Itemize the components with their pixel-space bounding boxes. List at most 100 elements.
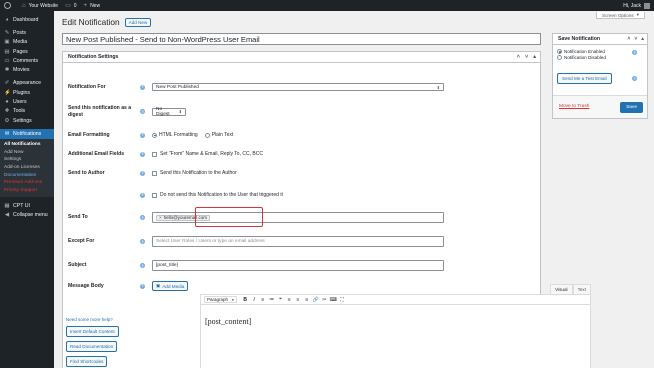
help-icon[interactable]: ? <box>140 192 145 198</box>
bell-icon: ✉ <box>4 130 10 137</box>
help-icon[interactable]: ? <box>632 76 637 81</box>
sidebar-item-comments[interactable]: ▭ Comments <box>0 56 54 65</box>
row-except-for: Except For ? Select User Roles / Users o… <box>68 236 538 247</box>
align-right-button[interactable]: ≡ <box>302 297 311 303</box>
align-left-button[interactable]: ≡ <box>285 297 294 303</box>
need-help-text: Need some more help? <box>66 317 113 322</box>
add-media-button[interactable]: ▣ Add Media <box>152 281 189 291</box>
add-new-button[interactable]: Add New <box>124 17 152 27</box>
send-to-label: Send To <box>68 214 88 221</box>
notification-for-select[interactable]: New Post Published ⬍ <box>152 83 444 91</box>
submenu-all-notifications[interactable]: All Notifications <box>0 141 54 149</box>
submenu-priority-support[interactable]: Priority Support <box>0 187 54 195</box>
sidebar-item-collapse[interactable]: ◀ Collapse menu <box>0 211 54 220</box>
wordpress-logo[interactable] <box>4 2 15 9</box>
save-button[interactable]: Save <box>620 102 643 113</box>
help-icon[interactable]: ? <box>140 239 145 244</box>
remove-icon[interactable]: × <box>159 215 162 220</box>
sidebar-item-posts[interactable]: ✎ Posts <box>0 28 54 37</box>
submenu-settings[interactable]: Settings <box>0 156 54 164</box>
additional-fields-checkbox[interactable]: Set "From" Name & Email, Reply To, CC, B… <box>152 151 263 157</box>
comment-icon: ▭ <box>65 3 71 9</box>
page-title: Edit Notification <box>62 17 120 27</box>
help-icon[interactable]: ? <box>140 132 145 138</box>
help-icon[interactable]: ? <box>632 50 637 55</box>
sidebar-item-notifications[interactable]: ✉ Notifications <box>0 129 54 139</box>
comments-link[interactable]: ▭ 0 <box>65 2 77 10</box>
submenu-premium-addons[interactable]: Premium Add-ons <box>0 179 54 187</box>
settings-header: Notification Settings ˄ ˅ ▴ <box>63 52 540 63</box>
chevron-down-icon[interactable]: ˅ <box>525 54 528 60</box>
help-icon[interactable]: ? <box>140 109 145 114</box>
post-title-input[interactable]: New Post Published - Send to Non-WordPre… <box>62 33 541 45</box>
save-box-heading: Save Notification <box>558 36 601 42</box>
sidebar-item-plugins[interactable]: ⚡ Plugins <box>0 88 54 97</box>
sidebar-item-label: Notifications <box>13 130 42 137</box>
toolbar-toggle-button[interactable]: ⌨ <box>329 297 338 303</box>
digest-label: Send this notification as a digest <box>68 105 132 118</box>
comments-count: 0 <box>73 2 77 9</box>
move-to-trash-link[interactable]: Move to Trash <box>559 104 589 109</box>
read-documentation-button[interactable]: Read Documentation <box>66 341 118 352</box>
sidebar-item-cpt-ui[interactable]: ▦ CPT UI <box>0 201 54 210</box>
page-icon: ▤ <box>4 48 10 55</box>
align-center-button[interactable]: ≡ <box>294 297 303 303</box>
radio-dot <box>204 132 210 138</box>
find-shortcodes-button[interactable]: Find Shortcodes <box>66 356 108 367</box>
numbered-list-button[interactable]: ≔ <box>267 297 276 303</box>
not-trigger-checkbox[interactable]: Do not send this Notification to the Use… <box>152 192 283 198</box>
sidebar-item-users[interactable]: ● Users <box>0 97 54 106</box>
sidebar-item-movies[interactable]: ✱ Movies <box>0 65 54 74</box>
submenu-documentation[interactable]: Documentation <box>0 171 54 179</box>
help-icon[interactable]: ? <box>140 170 145 176</box>
sidebar-item-pages[interactable]: ▤ Pages <box>0 47 54 56</box>
digest-value: No Digest <box>156 106 170 117</box>
blockquote-button[interactable]: ❝ <box>276 297 285 303</box>
chevron-up-icon[interactable]: ˄ <box>627 36 630 42</box>
except-for-input[interactable]: Select User Roles / Users or type an ema… <box>152 236 444 247</box>
send-to-highlight <box>195 207 263 227</box>
subject-input[interactable]: [post_title] <box>152 260 444 271</box>
plain-text-radio[interactable]: Plain Text <box>204 132 233 138</box>
format-select[interactable]: Paragraph ▾ <box>204 296 237 303</box>
send-to-author-checkbox[interactable]: Send this Notification to the Author <box>152 170 237 176</box>
notification-enabled-radio[interactable]: Notification Enabled <box>557 49 606 54</box>
screen-options-button[interactable]: Screen Options ▾ <box>596 12 645 19</box>
digest-select[interactable]: No Digest ⬍ <box>152 106 186 117</box>
sidebar-item-settings[interactable]: ⚙ Settings <box>0 116 54 125</box>
bullet-list-button[interactable]: ≡ <box>258 297 267 303</box>
sidebar-item-appearance[interactable]: ✐ Appearance <box>0 79 54 88</box>
submenu-addon-licenses[interactable]: Add-on Licenses <box>0 164 54 172</box>
radio-dot <box>557 55 562 60</box>
italic-button[interactable]: I <box>250 297 259 303</box>
sidebar-item-dashboard[interactable]: ◕ Dashboard <box>0 15 54 24</box>
triangle-up-icon[interactable]: ▴ <box>533 54 536 60</box>
help-icon[interactable]: ? <box>140 283 145 289</box>
sidebar-item-tools[interactable]: ✚ Tools <box>0 107 54 116</box>
tab-visual[interactable]: Visual <box>550 284 573 294</box>
help-icon[interactable]: ? <box>140 84 145 90</box>
notification-disabled-radio[interactable]: Notification Disabled <box>557 55 606 60</box>
chevron-down-icon[interactable]: ˅ <box>634 36 637 42</box>
help-icon[interactable]: ? <box>140 263 145 268</box>
submenu-add-new[interactable]: Add New <box>0 148 54 156</box>
editor-content[interactable]: [post_content] <box>201 305 590 338</box>
account-menu[interactable]: Hi, Jack <box>623 2 650 9</box>
settings-icon: ⚙ <box>4 117 10 124</box>
html-formatting-radio[interactable]: HTML Formatting <box>152 132 198 138</box>
new-content-link[interactable]: + New <box>84 3 101 9</box>
chevron-up-icon[interactable]: ˄ <box>517 54 520 60</box>
triangle-up-icon[interactable]: ▴ <box>641 36 644 42</box>
send-test-email-button[interactable]: Send Me a Test Email <box>557 73 612 84</box>
help-icon[interactable]: ? <box>140 215 145 220</box>
tab-text[interactable]: Text <box>572 284 591 294</box>
site-name-link[interactable]: ⌂ Your Website <box>22 3 58 9</box>
bold-button[interactable]: B <box>241 297 250 303</box>
insert-default-content-button[interactable]: Insert Default Content <box>66 326 119 337</box>
link-button[interactable]: 🔗 <box>311 297 320 303</box>
row-subject: Subject ? [post_title] <box>68 260 538 271</box>
unlink-button[interactable]: ✂ <box>320 297 329 303</box>
help-icon[interactable]: ? <box>140 151 145 157</box>
fullscreen-button[interactable]: ⛶ <box>338 297 347 303</box>
sidebar-item-media[interactable]: ▣ Media <box>0 38 54 47</box>
